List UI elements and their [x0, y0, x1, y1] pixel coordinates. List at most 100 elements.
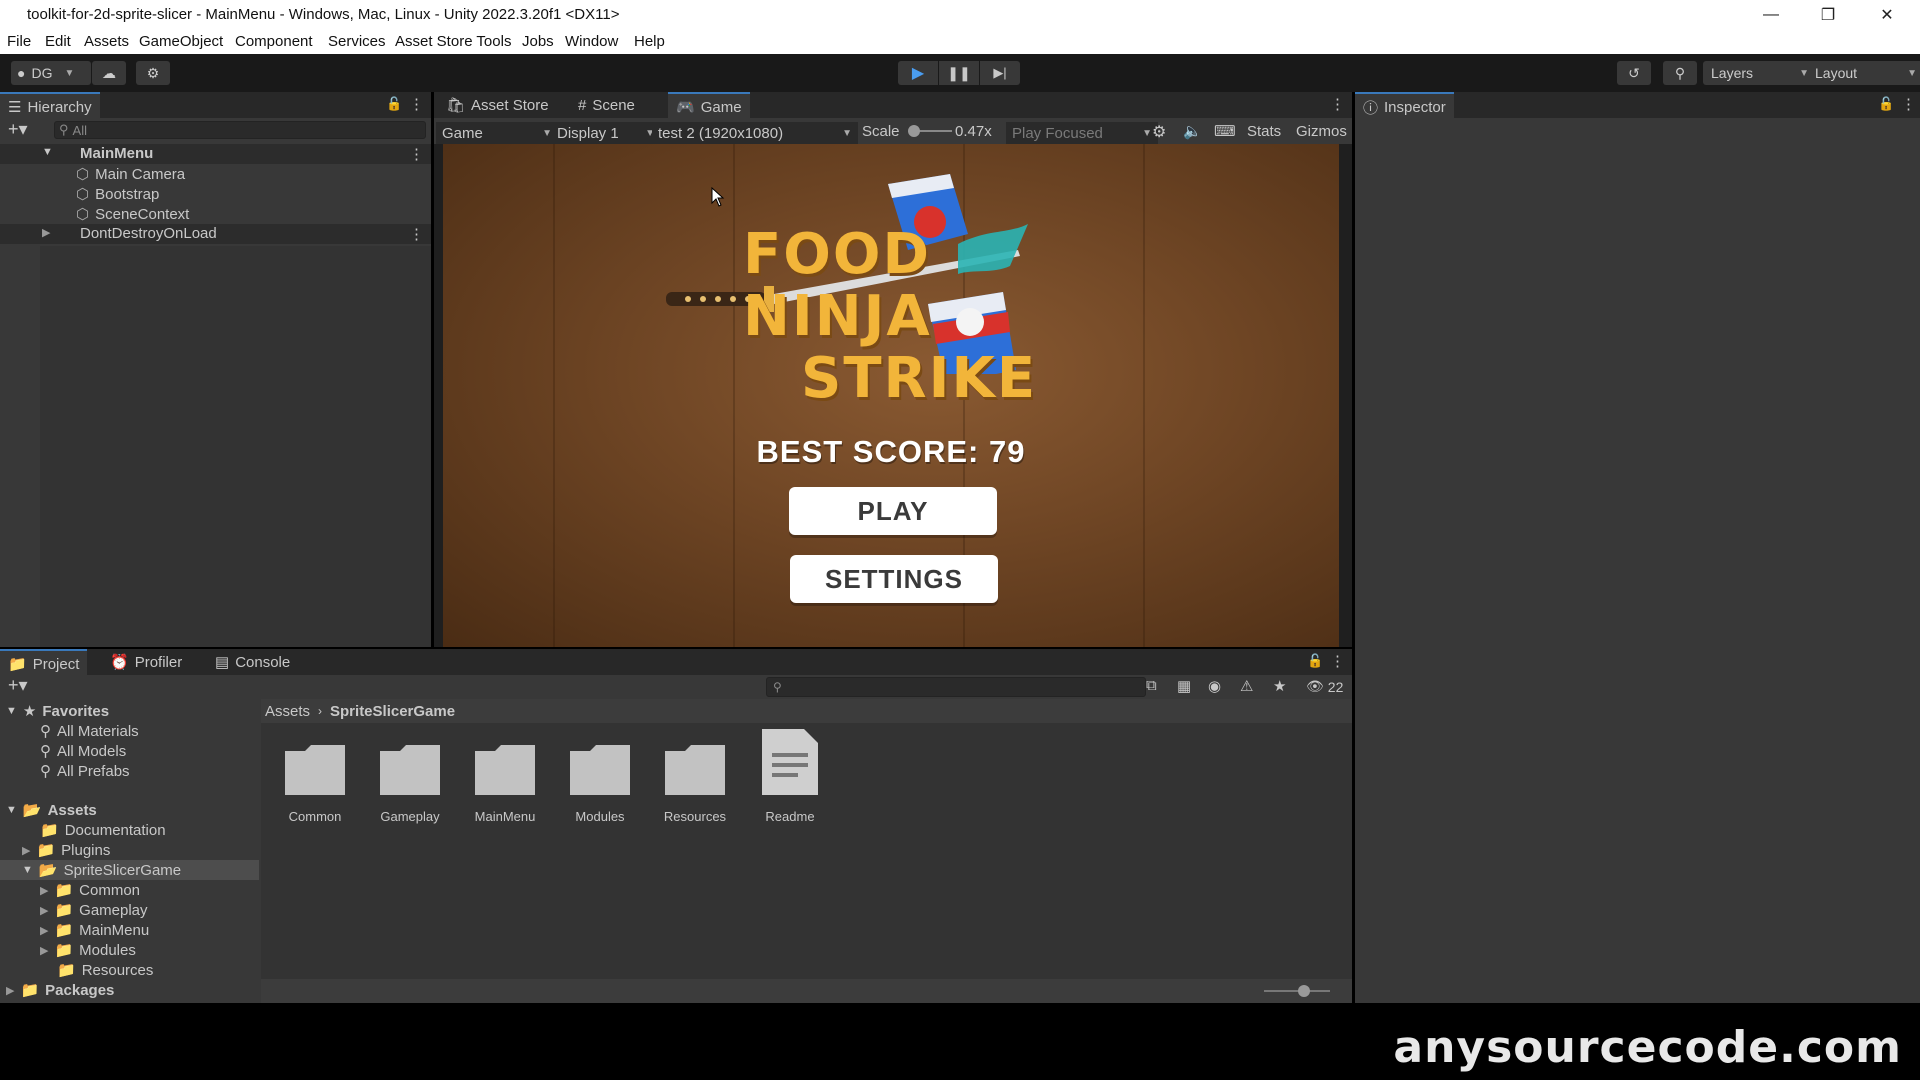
- layers-dropdown[interactable]: Layers ▼: [1703, 61, 1817, 85]
- asset-folder[interactable]: MainMenu: [460, 741, 550, 824]
- close-button[interactable]: ✕: [1860, 2, 1914, 28]
- menu-help[interactable]: Help: [634, 33, 665, 50]
- resolution-dropdown[interactable]: test 2 (1920x1080) ▼: [652, 122, 858, 144]
- chevron-right-icon: ▶: [40, 944, 49, 957]
- history-icon[interactable]: ↺: [1617, 61, 1651, 85]
- folder-icon: 📁: [40, 822, 59, 839]
- menu-asset-store-tools[interactable]: Asset Store Tools: [395, 33, 511, 50]
- star-icon[interactable]: ★: [1273, 677, 1286, 695]
- tree-folder[interactable]: ▶ 📁 Modules: [0, 940, 136, 960]
- tree-folder[interactable]: ▶ 📁 MainMenu: [0, 920, 149, 940]
- hierarchy-item[interactable]: ⬡ Main Camera: [0, 164, 185, 184]
- kebab-menu-icon[interactable]: ⋮: [1330, 652, 1345, 670]
- label-icon[interactable]: ◉: [1208, 677, 1221, 695]
- minimize-button[interactable]: —: [1744, 2, 1798, 28]
- asset-folder[interactable]: Resources: [650, 741, 740, 824]
- chevron-right-icon: ▶: [40, 904, 49, 917]
- favorite-item[interactable]: ⚲ All Models: [0, 741, 126, 761]
- icon-size-slider[interactable]: [1264, 985, 1330, 997]
- breadcrumb-current[interactable]: SpriteSlicerGame: [330, 703, 455, 720]
- add-icon[interactable]: +▾: [8, 675, 28, 696]
- tree-folder[interactable]: 📁 Resources: [0, 960, 153, 980]
- search-icon[interactable]: ⚲: [1663, 61, 1697, 85]
- ddol-row[interactable]: ▶ DontDestroyOnLoad ⋮: [0, 224, 431, 244]
- play-mode-dropdown[interactable]: Play Focused ▼: [1006, 122, 1158, 144]
- view-dropdown[interactable]: Game ▼: [436, 122, 558, 144]
- scene-row[interactable]: ▼ MainMenu ⋮: [0, 144, 431, 164]
- bug-icon[interactable]: ⚙: [1152, 122, 1166, 142]
- window-title: toolkit-for-2d-sprite-slicer - MainMenu …: [27, 6, 620, 23]
- play-game-button[interactable]: PLAY: [789, 487, 997, 535]
- menu-file[interactable]: File: [7, 33, 31, 50]
- asset-folder[interactable]: Modules: [555, 741, 645, 824]
- lock-icon[interactable]: 🔓: [386, 96, 402, 112]
- cloud-icon[interactable]: ☁: [92, 61, 126, 85]
- pause-button[interactable]: ❚❚: [939, 61, 979, 85]
- menu-jobs[interactable]: Jobs: [522, 33, 554, 50]
- tree-folder[interactable]: ▶ 📁 Gameplay: [0, 900, 148, 920]
- tab-project[interactable]: 📁 Project: [0, 649, 88, 677]
- chevron-right-icon[interactable]: ▶: [42, 226, 50, 239]
- display-dropdown[interactable]: Display 1 ▼: [551, 122, 661, 144]
- tab-game[interactable]: 🎮 Game: [668, 92, 750, 120]
- asset-folder[interactable]: Gameplay: [365, 741, 455, 824]
- speaker-icon[interactable]: 🔈: [1183, 122, 1202, 140]
- hierarchy-item[interactable]: ⬡ SceneContext: [0, 204, 189, 224]
- filter-type-icon[interactable]: ▦: [1177, 677, 1191, 695]
- center-tabbar: 🛍 Asset Store # Scene 🎮 Game ⋮: [434, 92, 1352, 120]
- gizmos-button[interactable]: Gizmos: [1296, 123, 1347, 140]
- packages-row[interactable]: ▶ 📁 Packages: [0, 980, 114, 1000]
- menu-gameobject[interactable]: GameObject: [139, 33, 223, 50]
- kebab-menu-icon[interactable]: ⋮: [409, 95, 424, 113]
- keyboard-icon[interactable]: ⌨: [1214, 122, 1236, 140]
- tree-folder[interactable]: ▶ 📁 Plugins: [0, 840, 110, 860]
- kebab-menu-icon[interactable]: ⋮: [409, 225, 424, 243]
- tree-folder[interactable]: 📁 Documentation: [0, 820, 166, 840]
- kebab-menu-icon[interactable]: ⋮: [1901, 95, 1916, 113]
- kebab-menu-icon[interactable]: ⋮: [409, 145, 424, 163]
- tree-folder[interactable]: ▶ 📁 Common: [0, 880, 140, 900]
- tab-profiler[interactable]: ⏰ Profiler: [102, 649, 190, 675]
- tab-inspector[interactable]: ⓘ Inspector: [1355, 92, 1454, 120]
- warning-icon[interactable]: ⚠: [1240, 677, 1253, 695]
- search-by-type-icon[interactable]: ⧉: [1146, 677, 1157, 694]
- kebab-menu-icon[interactable]: ⋮: [1330, 95, 1345, 113]
- chevron-down-icon[interactable]: ▼: [42, 146, 53, 158]
- slider-handle[interactable]: [1298, 985, 1310, 997]
- assets-row[interactable]: ▼ 📂 Assets: [0, 800, 97, 820]
- menu-component[interactable]: Component: [235, 33, 313, 50]
- tab-scene[interactable]: # Scene: [570, 92, 643, 118]
- add-icon[interactable]: +▾: [8, 119, 28, 140]
- layout-dropdown[interactable]: Layout ▼: [1807, 61, 1920, 85]
- breadcrumb-assets[interactable]: Assets: [265, 703, 310, 720]
- tab-asset-store[interactable]: 🛍 Asset Store: [438, 92, 557, 118]
- gear-icon[interactable]: ⚙: [136, 61, 170, 85]
- play-button[interactable]: ▶: [898, 61, 938, 85]
- restore-button[interactable]: ❐: [1801, 2, 1855, 28]
- lock-icon[interactable]: 🔓: [1878, 96, 1894, 112]
- asset-file[interactable]: Readme: [745, 729, 835, 824]
- tab-console[interactable]: ▤ Console: [207, 649, 298, 675]
- hierarchy-item[interactable]: ⬡ Bootstrap: [0, 184, 159, 204]
- settings-game-button[interactable]: SETTINGS: [790, 555, 998, 603]
- slider-handle[interactable]: [908, 125, 920, 137]
- favorite-item[interactable]: ⚲ All Prefabs: [0, 761, 130, 781]
- hierarchy-search-input[interactable]: ⚲ All: [54, 121, 426, 139]
- menu-assets[interactable]: Assets: [84, 33, 129, 50]
- hidden-packages-toggle[interactable]: 👁 22: [1306, 678, 1343, 695]
- project-search-input[interactable]: ⚲: [766, 677, 1146, 697]
- game-view[interactable]: FOOD NINJA STRIKE BEST SCORE: 79 PLAY SE…: [443, 144, 1339, 647]
- tree-folder-selected[interactable]: ▼ 📂 SpriteSlicerGame: [0, 860, 259, 880]
- tab-hierarchy[interactable]: ☰ Hierarchy: [0, 92, 100, 120]
- favorites-row[interactable]: ▼ ★ Favorites: [0, 701, 109, 721]
- menu-edit[interactable]: Edit: [45, 33, 71, 50]
- menu-services[interactable]: Services: [328, 33, 386, 50]
- step-button[interactable]: ▶|: [980, 61, 1020, 85]
- stats-button[interactable]: Stats: [1247, 123, 1281, 140]
- lock-icon[interactable]: 🔓: [1307, 653, 1323, 669]
- asset-folder[interactable]: Common: [270, 741, 360, 824]
- scale-slider[interactable]: [908, 125, 952, 137]
- menu-window[interactable]: Window: [565, 33, 618, 50]
- account-dropdown[interactable]: ● DG ▼: [11, 61, 91, 85]
- favorite-item[interactable]: ⚲ All Materials: [0, 721, 139, 741]
